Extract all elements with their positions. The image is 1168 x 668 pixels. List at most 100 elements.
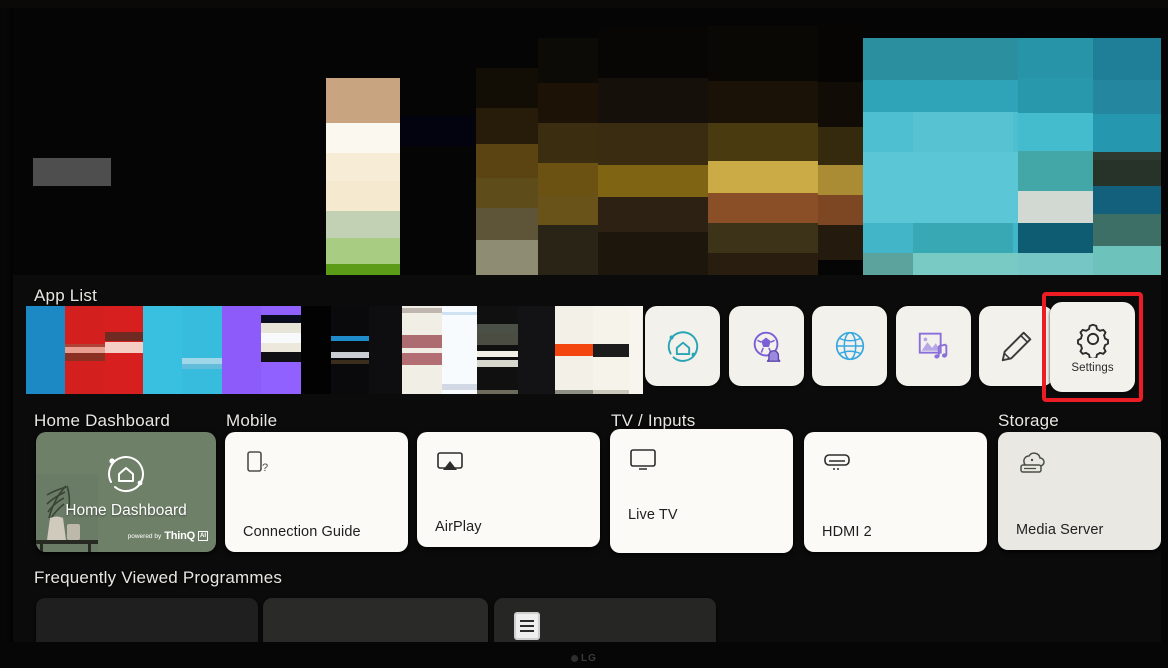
app-thumb-band: [105, 342, 143, 353]
hdmi-2-card[interactable]: HDMI 2: [804, 432, 987, 552]
hero-mosaic-block: [1018, 223, 1093, 253]
programme-card-1[interactable]: [36, 598, 258, 642]
hero-mosaic-block: [326, 153, 400, 181]
thinq-prefix: powered by: [127, 532, 162, 540]
settings-app[interactable]: Settings: [1050, 302, 1135, 392]
sports-alert-icon: [748, 327, 786, 365]
hero-mosaic-block: [598, 197, 708, 232]
hero-mosaic-block: [708, 193, 818, 223]
app-thumb-4[interactable]: [143, 306, 182, 394]
home-dashboard-app[interactable]: [645, 306, 720, 386]
app-thumb-band: [402, 353, 442, 365]
media-server-label: Media Server: [1016, 522, 1104, 538]
hero-mosaic-block: [818, 195, 863, 225]
app-list-strip[interactable]: Settings: [13, 292, 1161, 402]
app-list-heading: App List: [34, 286, 98, 305]
app-thumb-9[interactable]: [331, 306, 369, 394]
bezel-right: [1161, 0, 1168, 668]
app-thumb-8[interactable]: [301, 306, 331, 394]
hero-mosaic-block: [1018, 253, 1093, 275]
hero-mosaic-block: [1093, 38, 1161, 80]
app-thumb-band: [222, 306, 261, 394]
app-thumb-band: [402, 335, 442, 348]
hero-banner-pixelated[interactable]: [13, 8, 1161, 275]
app-thumb-6[interactable]: [222, 306, 261, 394]
hero-mosaic-block: [476, 178, 538, 208]
hero-mosaic-block: [538, 38, 598, 83]
app-thumb-band: [629, 306, 643, 394]
hero-mosaic-block: [476, 240, 538, 275]
phone-question-icon: ?: [247, 451, 268, 474]
lg-logo: LG: [571, 653, 597, 664]
app-thumb-11[interactable]: [402, 306, 442, 394]
airplay-card[interactable]: AirPlay: [417, 432, 600, 547]
hero-mosaic-block: [476, 68, 538, 108]
programme-card-2[interactable]: [263, 598, 488, 642]
group-label-tv-inputs: TV / Inputs: [611, 411, 696, 430]
app-thumb-band: [331, 352, 369, 358]
app-thumb-7[interactable]: [261, 306, 301, 394]
gallery-music-app[interactable]: [896, 306, 971, 386]
app-thumb-13[interactable]: [477, 306, 518, 394]
thinq-ai-badge: AI: [198, 531, 208, 541]
hero-mosaic-block: [476, 108, 538, 144]
hero-mosaic-block: [538, 195, 598, 225]
airplay-label: AirPlay: [435, 519, 482, 535]
home-dashboard-card-label: Home Dashboard: [65, 502, 187, 519]
app-thumb-band: [182, 306, 222, 394]
app-thumb-band: [477, 360, 518, 367]
media-server-card[interactable]: Media Server: [998, 432, 1161, 550]
app-thumb-12[interactable]: [442, 306, 477, 394]
app-thumb-16[interactable]: [593, 306, 629, 394]
app-thumb-band: [555, 344, 593, 356]
app-thumb-1[interactable]: [26, 306, 65, 394]
app-thumb-band: [331, 306, 369, 394]
hero-mosaic-block: [598, 123, 708, 165]
app-thumb-band: [261, 315, 301, 323]
thinq-branding: powered by ThinQ AI: [128, 530, 208, 542]
programme-card-3[interactable]: [494, 598, 716, 642]
hero-mosaic-block: [708, 223, 818, 253]
bezel-top: [0, 0, 1168, 8]
app-thumb-band: [518, 306, 555, 394]
hero-mosaic-block: [1018, 38, 1093, 78]
lg-logo-text: LG: [581, 653, 597, 664]
app-thumb-band: [402, 308, 442, 313]
app-thumb-2[interactable]: [65, 306, 105, 394]
sketchbook-app[interactable]: [979, 306, 1054, 386]
app-thumb-5[interactable]: [182, 306, 222, 394]
group-label-storage: Storage: [998, 411, 1059, 430]
app-thumb-band: [261, 323, 301, 333]
sports-alert-app[interactable]: [729, 306, 804, 386]
programme-list-icon: [514, 612, 540, 640]
home-dashboard-icon: [108, 456, 144, 492]
app-thumb-17[interactable]: [629, 306, 643, 394]
app-thumb-band: [261, 333, 301, 343]
photo-music-icon: [915, 327, 953, 365]
connection-guide-card[interactable]: ? Connection Guide: [225, 432, 408, 552]
app-thumb-14[interactable]: [518, 306, 555, 394]
hero-mosaic-block: [913, 223, 1013, 253]
connection-guide-label: Connection Guide: [243, 524, 361, 540]
app-thumb-band: [477, 333, 518, 345]
hero-mosaic-block: [1093, 80, 1161, 114]
pencil-icon: [998, 327, 1036, 365]
cloud-server-icon: [1020, 452, 1045, 473]
hero-mosaic-block: [818, 22, 863, 82]
hero-mosaic-block: [538, 163, 598, 195]
thinq-wordmark: ThinQ: [164, 530, 195, 542]
svg-text:?: ?: [262, 462, 268, 474]
home-dashboard-card[interactable]: Home Dashboard powered by ThinQ AI: [36, 432, 216, 552]
app-thumb-15[interactable]: [555, 306, 593, 394]
web-browser-app[interactable]: [812, 306, 887, 386]
live-tv-card[interactable]: Live TV: [610, 429, 793, 553]
app-thumb-3[interactable]: [105, 306, 143, 394]
app-thumb-band: [555, 390, 593, 394]
hero-mosaic-block: [476, 144, 538, 178]
tv-screen: App List Settings Home Dashboard Mobile …: [0, 0, 1168, 668]
app-thumb-10[interactable]: [369, 306, 402, 394]
app-thumb-band: [442, 306, 477, 394]
hero-mosaic-block: [818, 82, 863, 127]
hero-mosaic-block: [863, 80, 1018, 112]
hero-mosaic-block: [1093, 184, 1161, 214]
